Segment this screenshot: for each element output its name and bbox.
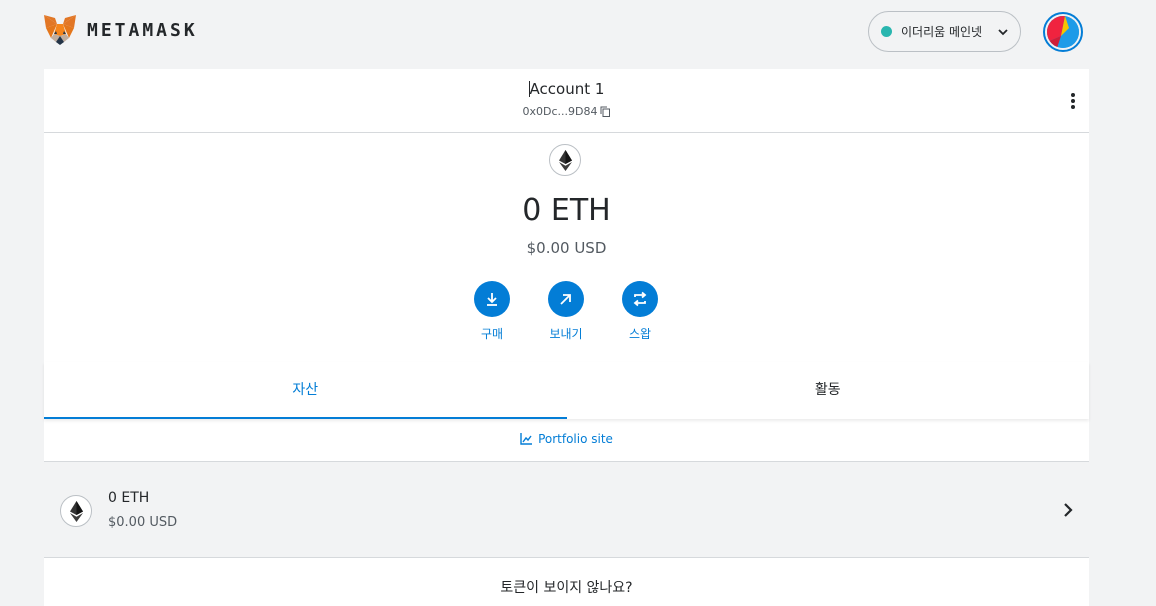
arrow-up-right-icon (560, 294, 571, 305)
buy-label: 구매 (480, 327, 504, 341)
send-label: 보내기 (549, 327, 583, 341)
account-name: Account 1 (529, 80, 605, 98)
copy-icon (600, 106, 611, 117)
metamask-logo[interactable]: METAMASK (43, 14, 198, 46)
chevron-right-icon (1064, 503, 1073, 517)
identicon (1047, 16, 1079, 48)
portfolio-site-link[interactable]: Portfolio site (44, 426, 1089, 461)
network-selector[interactable]: 이더리움 메인넷 (868, 11, 1021, 52)
chart-icon (520, 433, 533, 445)
swap-label: 스왑 (628, 327, 652, 341)
more-options-icon[interactable] (1070, 93, 1076, 111)
eth-balance: 0 ETH (522, 193, 611, 228)
asset-list-item[interactable]: 0 ETH $0.00 USD (44, 461, 1089, 558)
top-bar: METAMASK 이더리움 메인넷 (0, 0, 1156, 68)
fox-icon (44, 15, 76, 45)
account-address-button[interactable]: 0x0Dc...9D84 (44, 105, 1089, 118)
wallet-card: Account 1 0x0Dc...9D84 0 ETH $0.00 USD 구… (44, 69, 1089, 606)
eth-icon (60, 495, 92, 527)
usd-balance: $0.00 USD (526, 239, 607, 257)
network-status-dot (881, 26, 892, 37)
account-name-button[interactable]: Account 1 (44, 80, 1089, 98)
account-address: 0x0Dc...9D84 (522, 105, 598, 118)
eth-logo-icon (549, 144, 581, 176)
tab-bar: 자산 활동 (44, 362, 1089, 419)
account-avatar[interactable] (1043, 12, 1083, 52)
asset-balance: 0 ETH (108, 490, 150, 506)
missing-tokens-text: 토큰이 보이지 않나요? (500, 580, 633, 596)
portfolio-site-label: Portfolio site (538, 432, 613, 446)
network-label: 이더리움 메인넷 (901, 25, 983, 39)
account-bar: Account 1 0x0Dc...9D84 (44, 69, 1089, 133)
chevron-down-icon (998, 29, 1008, 36)
buy-button[interactable]: 구매 (462, 281, 522, 342)
tab-assets[interactable]: 자산 (44, 362, 567, 419)
download-icon (487, 293, 497, 306)
brand-name: METAMASK (87, 19, 198, 41)
send-button[interactable]: 보내기 (536, 281, 596, 342)
swap-icon (633, 291, 647, 307)
swap-button[interactable]: 스왑 (610, 281, 670, 342)
tab-activity[interactable]: 활동 (567, 362, 1090, 419)
asset-usd-value: $0.00 USD (108, 515, 178, 530)
